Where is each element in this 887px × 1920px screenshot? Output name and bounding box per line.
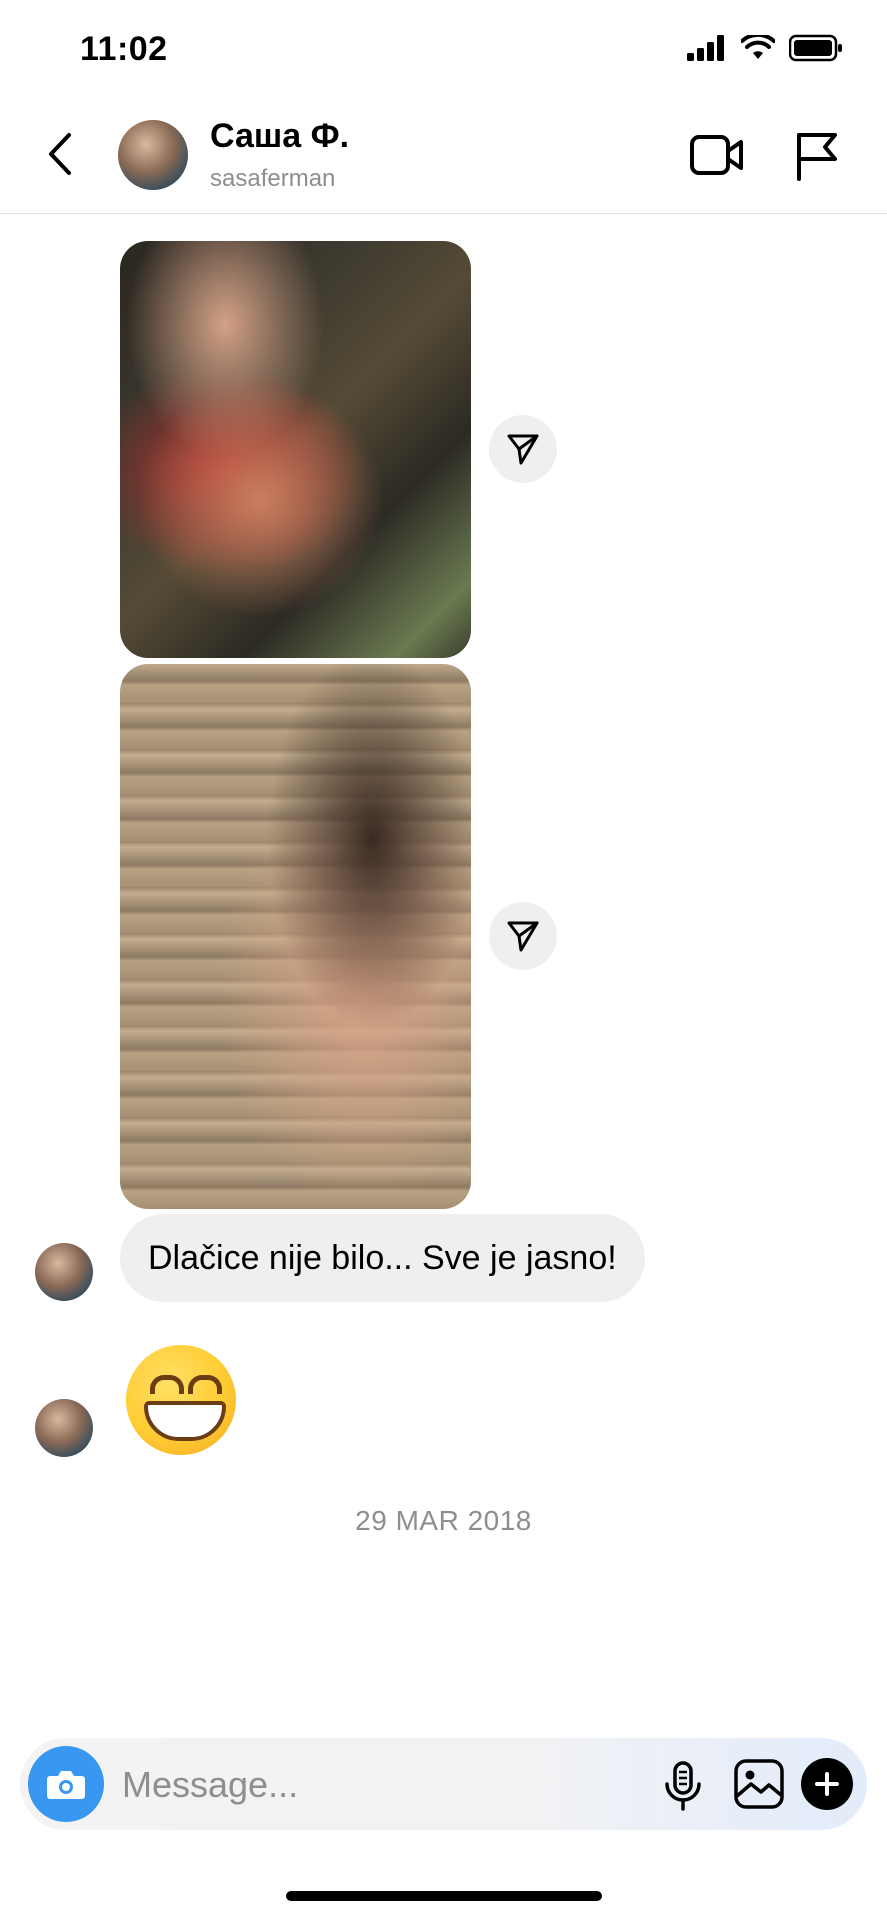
photo-message[interactable] — [120, 664, 471, 1209]
gallery-button[interactable] — [733, 1758, 785, 1810]
sender-avatar[interactable] — [35, 1243, 93, 1301]
grinning-emoji-icon[interactable] — [126, 1345, 236, 1455]
report-button[interactable] — [795, 131, 839, 181]
share-photo-button[interactable] — [489, 415, 557, 483]
emoji-eye — [150, 1375, 184, 1394]
chat-header: Саша Ф. sasaferman — [0, 95, 887, 214]
signal-icon — [687, 35, 724, 61]
photo-message[interactable] — [120, 241, 471, 658]
plus-icon — [815, 1772, 839, 1796]
home-indicator[interactable] — [286, 1891, 602, 1901]
image-icon — [734, 1759, 784, 1809]
contact-username[interactable]: sasaferman — [210, 165, 335, 193]
video-call-button[interactable] — [689, 131, 745, 179]
message-thread[interactable]: Dlačice nije bilo... Sve je jasno! 29 MA… — [0, 214, 887, 1920]
contact-name[interactable]: Саша Ф. — [210, 117, 349, 156]
status-bar: 11:02 — [0, 0, 887, 95]
camera-icon — [47, 1771, 85, 1799]
sender-avatar[interactable] — [35, 1399, 93, 1457]
paper-plane-icon — [507, 921, 539, 952]
share-photo-button[interactable] — [489, 902, 557, 970]
emoji-mouth — [144, 1401, 226, 1441]
chevron-left-icon — [49, 133, 71, 175]
flag-icon — [797, 133, 837, 181]
message-composer — [20, 1738, 867, 1830]
microphone-icon — [665, 1761, 701, 1811]
voice-message-button[interactable] — [663, 1760, 703, 1812]
video-camera-icon — [690, 135, 743, 175]
status-icons — [687, 34, 843, 62]
emoji-eye — [188, 1375, 222, 1394]
status-time: 11:02 — [80, 30, 168, 68]
back-button[interactable] — [40, 127, 80, 181]
text-message-bubble[interactable]: Dlačice nije bilo... Sve je jasno! — [120, 1214, 645, 1302]
camera-button[interactable] — [28, 1746, 104, 1822]
more-actions-button[interactable] — [801, 1758, 853, 1810]
message-input[interactable] — [120, 1758, 504, 1812]
paper-plane-icon — [507, 434, 539, 465]
date-separator: 29 MAR 2018 — [355, 1505, 532, 1536]
battery-icon — [789, 34, 842, 62]
wifi-icon — [741, 35, 775, 59]
avatar[interactable] — [118, 120, 188, 190]
